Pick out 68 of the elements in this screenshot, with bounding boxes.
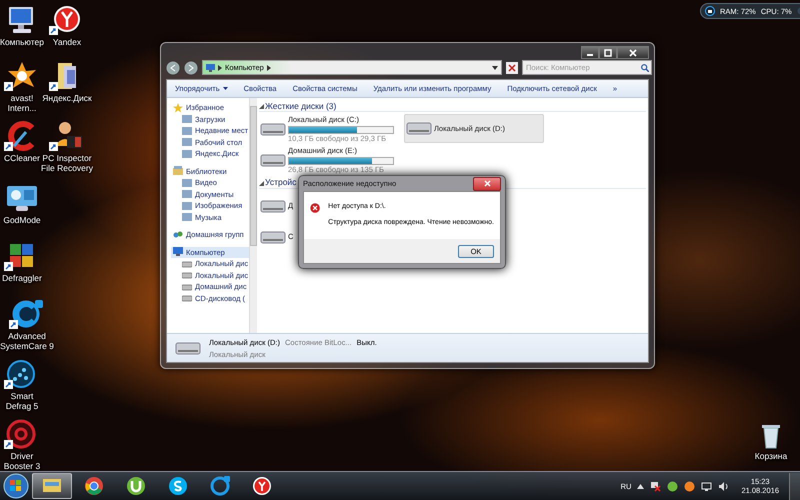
star-icon (173, 102, 183, 113)
section-heading: Устройс (265, 178, 296, 188)
drive-icon (175, 342, 201, 354)
ring-icon (208, 474, 232, 498)
lock-icon (705, 6, 715, 16)
browser-icon (82, 474, 106, 498)
close-button[interactable] (617, 46, 649, 59)
folder-icon (182, 200, 192, 211)
library-icon (173, 166, 183, 176)
desktop-icon-label[interactable]: GodMode (3, 216, 41, 226)
taskbar-button[interactable] (32, 473, 72, 499)
chevron-icon (266, 64, 271, 70)
drive-icon (182, 293, 192, 304)
torrent-icon (124, 474, 148, 498)
start-button[interactable] (3, 473, 29, 499)
folder-icon (182, 126, 192, 136)
chat-icon (166, 474, 190, 498)
desktop-icon-label[interactable]: Компьютер (0, 38, 44, 48)
expand-icon[interactable] (637, 484, 644, 488)
tray-app-icon[interactable] (684, 480, 696, 492)
maximize-button[interactable] (599, 46, 617, 59)
drive-icon (182, 270, 192, 280)
folder-icon (182, 137, 192, 148)
desktop-icon-label[interactable]: Advanced SystemCare 9 (0, 332, 54, 352)
torrent-icon[interactable] (667, 480, 678, 492)
desktop-icon-label[interactable]: Defraggler (2, 274, 42, 284)
maximize-icon (604, 48, 612, 56)
desktop-icon-label[interactable]: avast! Intern... (0, 94, 44, 114)
monitor-icon (173, 247, 183, 258)
folder-icon (182, 148, 192, 159)
close-button[interactable] (473, 176, 501, 190)
network-icon (173, 230, 183, 240)
drive-icon (182, 282, 192, 292)
collapse-icon[interactable] (259, 104, 264, 110)
desktop-icon-label[interactable]: Driver Booster 3 (0, 452, 44, 472)
drive-icon (182, 258, 192, 269)
minimize-button[interactable] (581, 46, 599, 59)
drive-icon (406, 122, 432, 136)
drive-icon (260, 230, 286, 244)
desktop-icon-label[interactable]: Smart Defrag 5 (0, 392, 44, 412)
ring-icon[interactable] (9, 298, 45, 330)
monitor-icon (206, 64, 215, 72)
desktop-icon-label[interactable]: Корзина (754, 452, 788, 462)
section-heading: Жесткие диски (3) (265, 102, 336, 112)
person-icon[interactable] (49, 120, 85, 152)
desktop-icon-label[interactable]: PC Inspector File Recovery (40, 154, 94, 174)
round-logo-icon (250, 474, 274, 498)
drive-icon (260, 154, 286, 168)
speaker-icon[interactable] (718, 480, 730, 492)
desktop-icon-label[interactable]: Yandex (52, 38, 82, 48)
flag-icon[interactable] (650, 480, 662, 492)
folder-icon (182, 189, 192, 200)
drive-icon (260, 123, 286, 136)
chevron-icon (218, 64, 222, 70)
back-icon[interactable] (166, 60, 180, 74)
show-desktop-button[interactable] (789, 472, 800, 500)
desktop-icon-label[interactable]: Яндекс.Диск (42, 94, 92, 104)
dropdown-icon (222, 87, 228, 90)
collapse-icon[interactable] (259, 180, 264, 186)
folder-icon (182, 212, 192, 222)
drive-icon (260, 200, 286, 213)
folder-icon (182, 178, 192, 188)
scrollbar[interactable] (249, 98, 257, 333)
desktop-icon-label[interactable]: CCleaner (4, 154, 40, 164)
folder-icon (182, 114, 192, 124)
network-icon[interactable] (701, 480, 712, 492)
dropdown-icon[interactable] (492, 66, 498, 70)
forward-icon[interactable] (184, 60, 198, 74)
